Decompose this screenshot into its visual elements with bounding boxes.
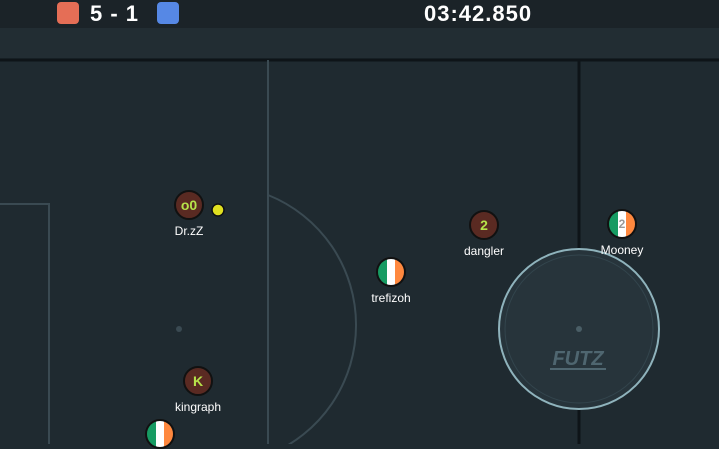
player-name: Mooney [600,243,644,257]
player-avatar-flag [376,257,406,287]
player-name: trefizoh [371,291,411,305]
player-name: dangler [463,244,505,258]
player-avatar: K [183,366,213,396]
player-avatar: o0 [174,190,204,220]
ball [211,203,225,217]
player-avatar-flag [145,419,175,449]
penalty-spot [176,326,182,332]
center-dot [576,326,582,332]
player-name: Dr.zZ [174,224,204,238]
penalty-box [0,203,50,444]
player-name: kingraph [174,400,222,414]
player-avatar-flag: 2 [607,209,637,239]
player-avatar: 2 [469,210,499,240]
center-arc [267,194,358,444]
logo: FUTZ [552,348,604,370]
